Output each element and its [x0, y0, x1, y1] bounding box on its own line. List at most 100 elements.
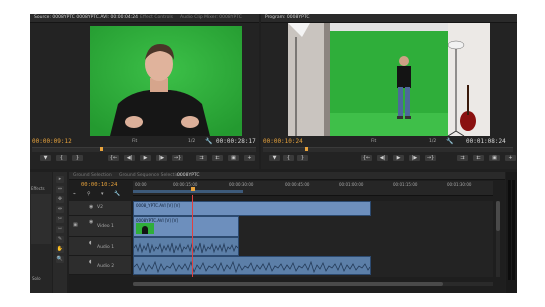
ruler-label: 00:01:00:00 — [339, 182, 364, 187]
go-to-out-button[interactable]: →} — [425, 155, 436, 161]
tab-ground-selection[interactable]: Ground Selection — [73, 173, 112, 178]
audio-meters — [506, 172, 517, 293]
hand-tool-icon[interactable]: ✋ — [56, 246, 64, 253]
eye-icon[interactable]: ◉ — [89, 204, 93, 210]
source-tabbar: Source: 0008YPTC 0008YPTC.AVI: 00:00:04:… — [30, 14, 259, 23]
program-zoom-select[interactable]: 1/2 — [429, 139, 436, 144]
mark-in-button[interactable]: { — [56, 155, 67, 161]
selection-tool-icon[interactable]: ▸ — [56, 176, 64, 183]
waveform-a1 — [134, 242, 238, 254]
wrench-icon[interactable]: 🔧 — [446, 138, 453, 145]
meter-right — [512, 180, 515, 280]
export-frame-button[interactable]: ▣ — [489, 155, 500, 161]
track-select-tool-icon[interactable]: ⇔ — [56, 186, 64, 193]
ripple-edit-tool-icon[interactable]: ✥ — [56, 196, 64, 203]
work-area-bar[interactable] — [133, 190, 243, 193]
go-to-in-button[interactable]: {← — [108, 155, 119, 161]
rolling-edit-tool-icon[interactable]: ⇹ — [56, 206, 64, 213]
marker-button[interactable]: ▼ — [269, 155, 280, 161]
source-timecode[interactable]: 00:00:09:12 — [32, 138, 72, 145]
meter-left — [508, 180, 511, 280]
go-to-in-button[interactable]: {← — [361, 155, 372, 161]
play-button[interactable]: ▶ — [393, 155, 404, 161]
program-timecode[interactable]: 00:00:10:24 — [263, 138, 303, 145]
vscroll-thumb[interactable] — [496, 201, 500, 231]
timeline-playhead-line[interactable] — [192, 195, 193, 277]
clip-a1[interactable] — [133, 237, 239, 256]
step-forward-button[interactable]: |▶ — [409, 155, 420, 161]
hscroll-thumb[interactable] — [133, 282, 443, 286]
studio-scene — [288, 23, 490, 136]
track-header-a2[interactable]: Audio 2 ◖ — [69, 256, 131, 275]
export-frame-button[interactable]: ▣ — [228, 155, 239, 161]
timeline-hscroll[interactable] — [133, 282, 493, 286]
add-button[interactable]: + — [244, 155, 255, 161]
tab-audio-clip-mixer[interactable]: Audio Clip Mixer: 0008YPTC — [180, 15, 242, 20]
lift-button[interactable]: ⇉ — [457, 155, 468, 161]
add-button[interactable]: + — [505, 155, 516, 161]
source-transport: ▼ { } {← ◀| ▶ |▶ →} ⇉ ⇇ ▣ + — [30, 155, 259, 163]
timeline-vscroll[interactable] — [496, 201, 500, 277]
program-duration: 00:01:08:24 — [466, 138, 506, 145]
tab-sequence[interactable]: 0008YPTC — [177, 173, 200, 178]
ruler-label: 00:00:45:00 — [285, 182, 310, 187]
tab-program[interactable]: Program: 0008YPTC — [265, 15, 309, 20]
tab-effect-controls[interactable]: Effect Controls — [140, 15, 173, 20]
presenter-figure — [90, 26, 242, 136]
track-header-v2[interactable]: V2 ◉ — [69, 201, 131, 216]
timeline-timecode[interactable]: 00:00:10:24 — [81, 182, 117, 188]
clip-thumbnail — [136, 223, 154, 234]
program-fit-select[interactable]: Fit — [371, 139, 376, 144]
mark-out-button[interactable]: } — [72, 155, 83, 161]
speaker-icon[interactable]: ◖ — [89, 259, 92, 265]
clip-v2[interactable]: 0008_YPTC.AVI [V] [V] — [133, 201, 371, 216]
track-header-v1[interactable]: Video 1 ▣ ◉ — [69, 216, 131, 237]
clip-v2-label: 0008_YPTC.AVI [V] [V] — [136, 203, 180, 208]
source-fit-select[interactable]: Fit — [132, 139, 137, 144]
tab-ground-sequence[interactable]: Ground Sequence Selection — [119, 173, 181, 178]
source-duration: 00:00:28:17 — [216, 138, 256, 145]
program-playhead[interactable] — [305, 147, 308, 151]
effects-list[interactable] — [31, 194, 51, 244]
source-zoom-select[interactable]: 1/2 — [188, 139, 195, 144]
program-video-frame — [288, 23, 490, 136]
wrench-icon[interactable]: 🔧 — [205, 138, 212, 145]
time-ruler[interactable]: 00:00 00:00:15:00 00:00:30:00 00:00:45:0… — [133, 181, 493, 196]
source-scrubber[interactable] — [32, 147, 256, 152]
eye-icon[interactable]: ◉ — [89, 219, 93, 225]
insert-button[interactable]: ⇉ — [196, 155, 207, 161]
effects-label[interactable]: Effects — [31, 186, 45, 191]
zoom-tool-icon[interactable]: 🔍 — [56, 256, 64, 263]
slip-tool-icon[interactable]: ⇿ — [56, 226, 64, 233]
speaker-icon[interactable]: ◖ — [89, 240, 92, 246]
tab-source[interactable]: Source: 0008YPTC 0008YPTC.AVI: 00:00:04:… — [34, 15, 138, 20]
playhead-marker[interactable] — [191, 187, 195, 191]
mark-out-button[interactable]: } — [297, 155, 308, 161]
track-label-v2: V2 — [97, 205, 103, 210]
step-forward-button[interactable]: |▶ — [156, 155, 167, 161]
extract-button[interactable]: ⇇ — [473, 155, 484, 161]
pen-tool-icon[interactable]: ✎ — [56, 236, 64, 243]
source-playhead[interactable] — [100, 147, 103, 151]
linked-selection-icon[interactable]: ⚲ — [87, 191, 91, 197]
razor-tool-icon[interactable]: ✂ — [56, 216, 64, 223]
program-scrubber[interactable] — [263, 147, 513, 152]
clip-a2[interactable] — [133, 256, 371, 275]
snap-icon[interactable]: ⌁ — [73, 191, 76, 197]
overwrite-button[interactable]: ⇇ — [212, 155, 223, 161]
play-button[interactable]: ▶ — [140, 155, 151, 161]
marker-button[interactable]: ▼ — [40, 155, 51, 161]
effects-panel: Effects Solo — [30, 172, 52, 293]
go-to-out-button[interactable]: →} — [172, 155, 183, 161]
add-marker-icon[interactable]: ▾ — [101, 191, 104, 197]
lock-icon[interactable]: ▣ — [73, 222, 78, 228]
track-area[interactable]: 0008_YPTC.AVI [V] [V] 0008YPTC.AVI [V] [… — [133, 195, 493, 277]
step-back-button[interactable]: ◀| — [124, 155, 135, 161]
wrench-icon[interactable]: 🔧 — [114, 191, 120, 197]
clip-v1[interactable]: 0008YPTC.AVI [V] [V] — [133, 216, 239, 237]
step-back-button[interactable]: ◀| — [377, 155, 388, 161]
premiere-window: Source: 0008YPTC 0008YPTC.AVI: 00:00:04:… — [30, 14, 517, 293]
solo-label[interactable]: Solo — [32, 276, 41, 281]
track-header-a1[interactable]: Audio 1 ◖ — [69, 237, 131, 256]
mark-in-button[interactable]: { — [283, 155, 294, 161]
